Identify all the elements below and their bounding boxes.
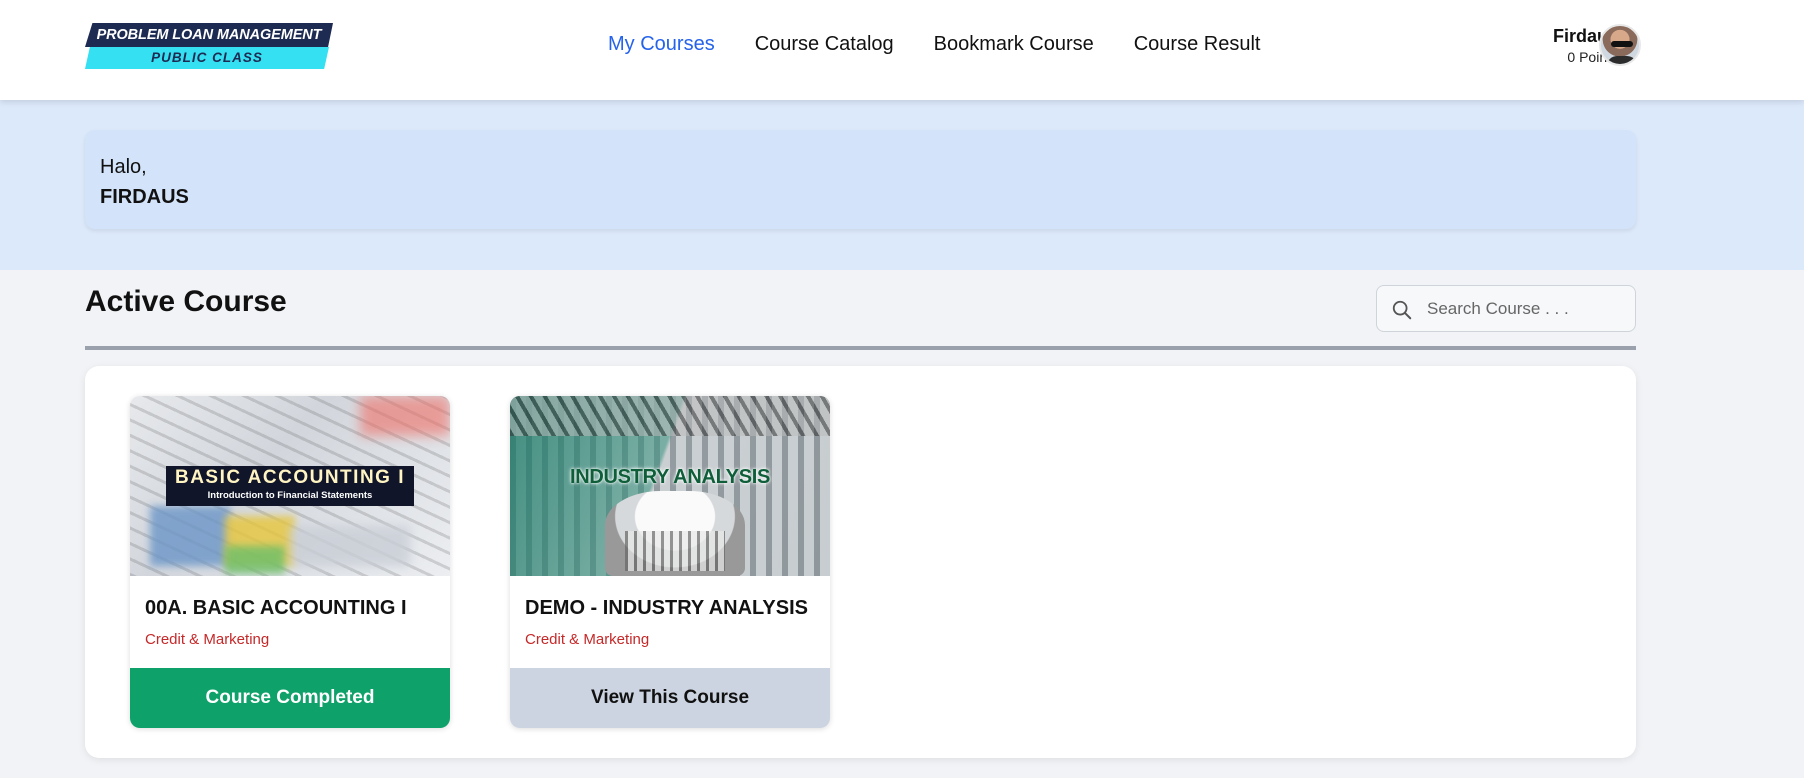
course-thumbnail[interactable]: BASIC ACCOUNTING I Introduction to Finan… xyxy=(130,396,450,576)
greeting-band: Halo, FIRDAUS xyxy=(0,100,1804,270)
course-panel: BASIC ACCOUNTING I Introduction to Finan… xyxy=(85,366,1636,758)
brand-logo-line1: PROBLEM LOAN MANAGEMENT xyxy=(85,23,333,47)
thumbnail-decor xyxy=(225,546,285,574)
thumbnail-banner: BASIC ACCOUNTING I Introduction to Finan… xyxy=(166,466,414,506)
course-category: Credit & Marketing xyxy=(525,631,650,648)
avatar-glasses-graphic xyxy=(1611,41,1633,47)
greeting-hello: Halo, xyxy=(100,156,147,178)
search-box[interactable] xyxy=(1376,285,1636,332)
section-title: Active Course xyxy=(85,285,287,318)
nav-course-result[interactable]: Course Result xyxy=(1134,33,1261,56)
thumbnail-decor xyxy=(625,531,725,571)
nav-bookmark-course[interactable]: Bookmark Course xyxy=(934,33,1094,56)
main-nav: My Courses Course Catalog Bookmark Cours… xyxy=(608,33,1260,56)
nav-course-catalog[interactable]: Course Catalog xyxy=(755,33,894,56)
thumbnail-title: INDUSTRY ANALYSIS xyxy=(569,466,771,488)
thumbnail-decor xyxy=(510,396,830,436)
top-navbar: PROBLEM LOAN MANAGEMENT PUBLIC CLASS My … xyxy=(0,0,1804,100)
thumbnail-machine-graphic xyxy=(605,491,745,576)
section-divider xyxy=(85,346,1636,350)
course-card[interactable]: BASIC ACCOUNTING I Introduction to Finan… xyxy=(130,396,450,728)
brand-logo-line2: PUBLIC CLASS xyxy=(85,47,329,69)
thumbnail-subtitle: Introduction to Financial Statements xyxy=(207,490,373,501)
thumbnail-decor xyxy=(290,526,410,566)
brand-logo[interactable]: PROBLEM LOAN MANAGEMENT PUBLIC CLASS xyxy=(85,23,333,69)
thumbnail-decor xyxy=(150,506,230,566)
search-icon xyxy=(1392,300,1412,320)
avatar-shirt-graphic xyxy=(1607,56,1637,64)
greeting-user-name: FIRDAUS xyxy=(100,186,189,208)
course-thumbnail[interactable]: INDUSTRY ANALYSIS xyxy=(510,396,830,576)
avatar[interactable] xyxy=(1599,24,1641,66)
thumbnail-title: BASIC ACCOUNTING I xyxy=(174,467,406,488)
search-input[interactable] xyxy=(1427,286,1627,331)
greeting-card: Halo, FIRDAUS xyxy=(85,130,1636,229)
view-course-button[interactable]: View This Course xyxy=(510,668,830,728)
course-category: Credit & Marketing xyxy=(145,631,270,648)
course-title[interactable]: DEMO - INDUSTRY ANALYSIS xyxy=(510,576,830,620)
nav-my-courses[interactable]: My Courses xyxy=(608,33,715,56)
course-completed-button[interactable]: Course Completed xyxy=(130,668,450,728)
course-title[interactable]: 00A. BASIC ACCOUNTING I xyxy=(130,576,450,620)
thumbnail-decor xyxy=(360,396,450,436)
course-card[interactable]: INDUSTRY ANALYSIS DEMO - INDUSTRY ANALYS… xyxy=(510,396,830,728)
